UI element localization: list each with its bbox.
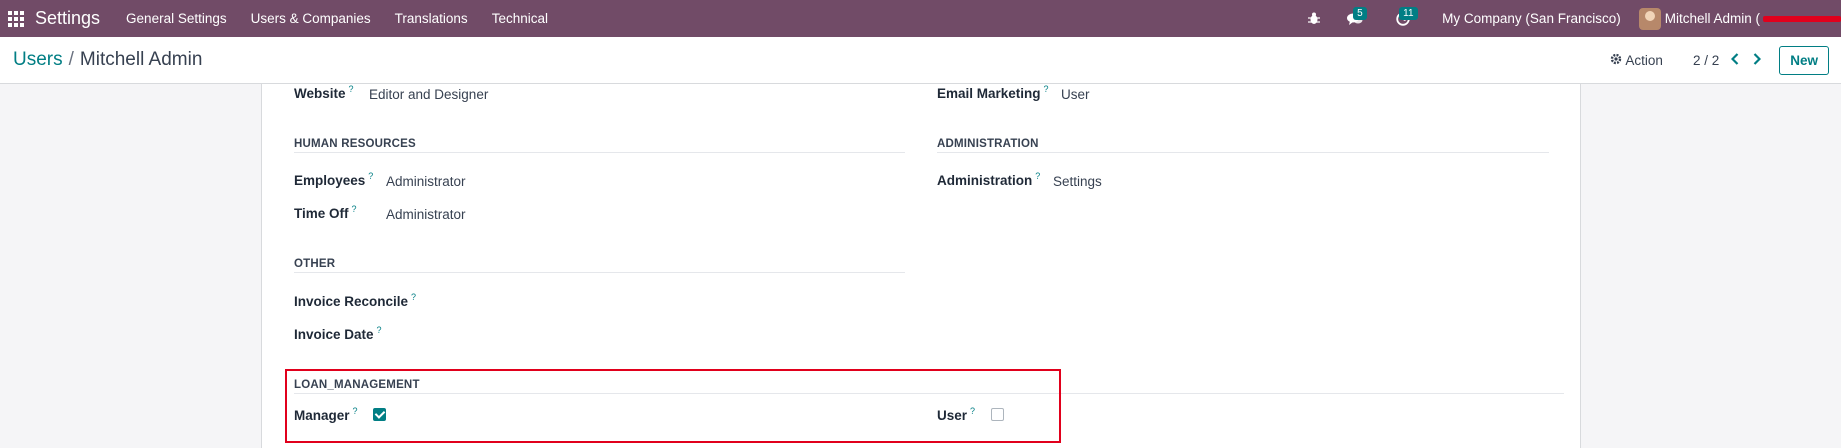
email-marketing-field: Email Marketing? [937,84,1049,101]
menu-technical[interactable]: Technical [480,0,560,37]
highlight-box [285,369,1061,443]
new-button[interactable]: New [1779,45,1829,75]
activities-button[interactable]: 11 [1386,0,1420,37]
messages-badge: 5 [1353,7,1367,20]
menu-translations[interactable]: Translations [383,0,480,37]
section-divider [294,152,905,153]
email-marketing-label: Email Marketing [937,86,1041,101]
employees-field: Employees? [294,171,373,188]
user-menu[interactable]: Mitchell Admin ( [1638,7,1841,30]
apps-grid-icon[interactable] [0,0,32,37]
employees-help-icon[interactable]: ? [368,171,373,181]
invoice-date-field: Invoice Date? [294,325,382,342]
timeoff-field: Time Off? [294,204,357,221]
email-marketing-value[interactable]: User [1061,87,1090,102]
avatar [1638,7,1661,30]
invoice-reconcile-field: Invoice Reconcile? [294,292,416,309]
administration-help-icon[interactable]: ? [1035,171,1040,181]
administration-field: Administration? [937,171,1040,188]
website-value[interactable]: Editor and Designer [369,87,488,102]
invoice-date-label: Invoice Date [294,327,374,342]
menu-users-companies[interactable]: Users & Companies [239,0,383,37]
chevron-right-icon[interactable] [1753,52,1762,68]
menu-general-settings[interactable]: General Settings [114,0,239,37]
app-title[interactable]: Settings [35,8,100,29]
action-label: Action [1625,52,1663,68]
timeoff-label: Time Off [294,206,349,221]
email-marketing-help-icon[interactable]: ? [1044,84,1049,94]
invoice-date-help-icon[interactable]: ? [377,325,382,335]
employees-value[interactable]: Administrator [386,174,466,189]
invoice-reconcile-help-icon[interactable]: ? [411,292,416,302]
action-button[interactable]: Action [1610,52,1663,68]
section-divider [294,272,905,273]
timeoff-help-icon[interactable]: ? [352,204,357,214]
top-navbar: Settings General Settings Users & Compan… [0,0,1841,37]
activities-badge: 11 [1399,7,1418,20]
website-help-icon[interactable]: ? [349,84,354,94]
company-switcher[interactable]: My Company (San Francisco) [1442,11,1621,26]
invoice-reconcile-label: Invoice Reconcile [294,294,409,309]
control-panel: Users / Mitchell Admin Action 2 / 2 New [0,37,1841,84]
employees-label: Employees [294,173,366,188]
timeoff-value[interactable]: Administrator [386,207,466,222]
administration-label: Administration [937,173,1033,188]
breadcrumb-current: Mitchell Admin [79,49,203,70]
section-administration: ADMINISTRATION [937,138,1039,150]
administration-value[interactable]: Settings [1053,174,1102,189]
chevron-left-icon[interactable] [1731,52,1739,68]
bug-icon[interactable] [1304,0,1324,37]
gear-icon [1610,52,1622,68]
breadcrumb: Users / Mitchell Admin [13,49,202,71]
redaction-mark [1763,15,1841,22]
messages-button[interactable]: 5 [1340,0,1370,37]
user-name: Mitchell Admin ( [1664,11,1760,26]
website-label: Website [294,86,346,101]
section-human-resources: HUMAN RESOURCES [294,138,416,150]
pager-value[interactable]: 2 / 2 [1693,53,1719,68]
section-other: OTHER [294,258,336,270]
website-field: Website? [294,84,354,101]
breadcrumb-separator: / [68,49,74,70]
breadcrumb-users-link[interactable]: Users [13,49,63,70]
section-divider [937,152,1549,153]
